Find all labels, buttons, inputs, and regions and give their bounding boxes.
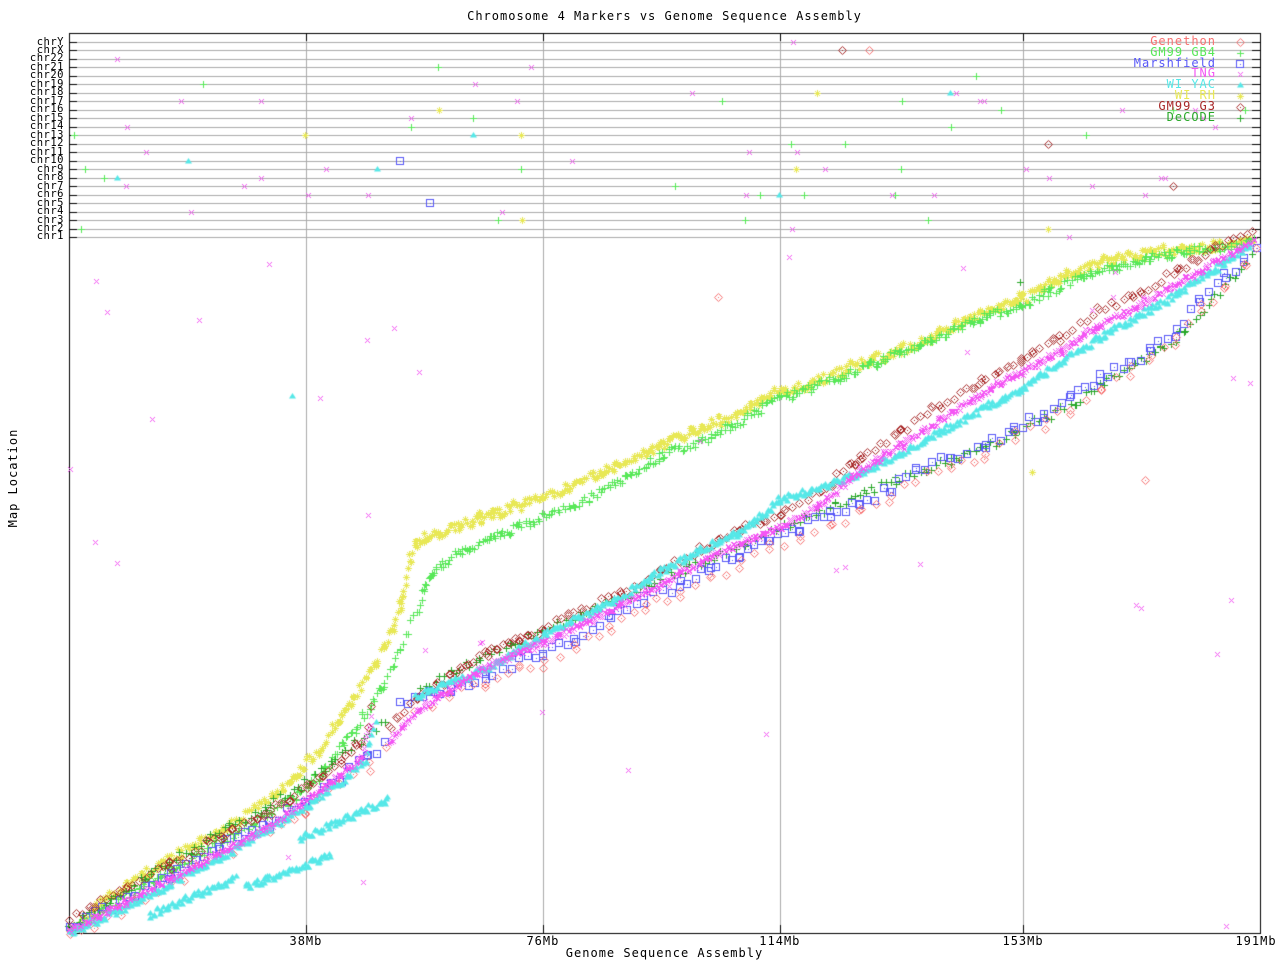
x-tick-label: 114Mb — [759, 934, 801, 948]
x-tick-label: 76Mb — [526, 934, 560, 948]
chromosome-label: chr1 — [36, 230, 64, 243]
legend-label: DeCODE — [1166, 109, 1216, 124]
plot-canvas — [0, 0, 1280, 960]
x-axis-label: Genome Sequence Assembly — [565, 946, 764, 960]
x-tick-label: 38Mb — [289, 934, 323, 948]
y-axis-label: Map Location — [6, 428, 20, 528]
x-tick-label: 191Mb — [1235, 934, 1277, 948]
legend-label: Marshfield — [1133, 55, 1216, 70]
x-tick-label: 153Mb — [1002, 934, 1044, 948]
page-title: Chromosome 4 Markers vs Genome Sequence … — [467, 9, 862, 23]
genome-plot-screen: Chromosome 4 Markers vs Genome Sequence … — [0, 0, 1280, 960]
